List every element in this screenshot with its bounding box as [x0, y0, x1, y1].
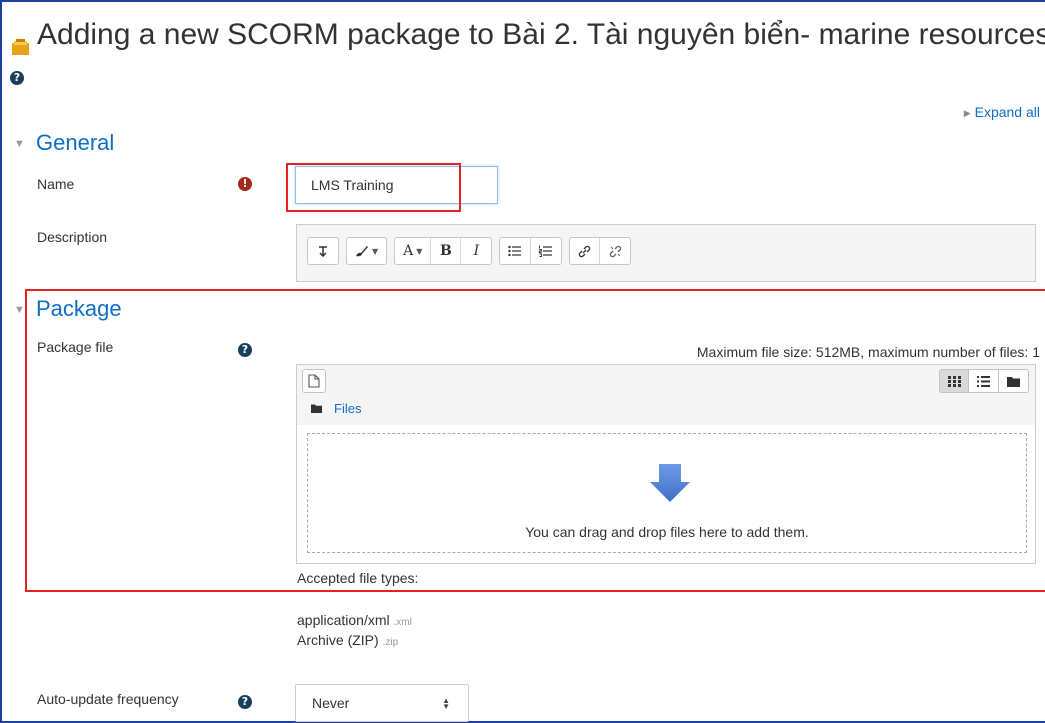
- breadcrumb[interactable]: Files: [311, 401, 361, 416]
- unordered-list-icon[interactable]: [500, 238, 532, 264]
- file-drop-zone[interactable]: You can drag and drop files here to add …: [307, 433, 1027, 553]
- ordered-list-icon[interactable]: [531, 238, 561, 264]
- expand-triangle-icon: ▶: [963, 108, 971, 118]
- file-manager: Files You can drag and drop files here t…: [296, 364, 1036, 564]
- description-editor[interactable]: ▼ A ▼ B I: [296, 224, 1036, 282]
- italic-button[interactable]: I: [461, 238, 491, 264]
- grid-view-icon[interactable]: [939, 369, 969, 393]
- editor-toolbar: ▼ A ▼ B I: [307, 237, 632, 265]
- help-icon[interactable]: ?: [10, 68, 24, 86]
- view-switcher: [939, 369, 1029, 393]
- page-title-text: Adding a new SCORM package to Bài 2. Tài…: [37, 18, 1045, 51]
- font-size-button[interactable]: A ▼: [395, 238, 432, 264]
- auto-update-select[interactable]: Never ▲ ▼: [295, 684, 469, 722]
- bold-button[interactable]: B: [431, 238, 462, 264]
- tree-view-icon[interactable]: [999, 369, 1029, 393]
- window-frame: [0, 0, 1045, 723]
- accepted-type-item: Archive (ZIP) .zip: [297, 632, 399, 648]
- required-icon: !: [238, 177, 252, 191]
- drop-message: You can drag and drop files here to add …: [525, 524, 809, 540]
- collapse-caret-icon: ▼: [14, 304, 25, 316]
- scorm-package-icon: [12, 29, 29, 55]
- max-file-size-info: Maximum file size: 512MB, maximum number…: [696, 344, 1040, 360]
- name-input[interactable]: LMS Training: [295, 166, 498, 204]
- help-icon[interactable]: ?: [238, 343, 252, 357]
- auto-update-label: Auto-update frequency: [37, 691, 179, 707]
- description-label: Description: [37, 229, 108, 245]
- page-title: Adding a new SCORM package to Bài 2. Tài…: [12, 18, 1045, 55]
- list-view-icon[interactable]: [969, 369, 999, 393]
- expand-all-link[interactable]: ▶ Expand all: [964, 104, 1040, 120]
- breadcrumb-files[interactable]: Files: [334, 401, 361, 416]
- name-label: Name: [37, 176, 75, 192]
- unlink-icon[interactable]: [600, 238, 630, 264]
- link-icon[interactable]: [570, 238, 601, 264]
- section-general-header[interactable]: ▼ General: [14, 130, 114, 156]
- new-file-icon[interactable]: [302, 369, 326, 393]
- accepted-types-label: Accepted file types:: [297, 570, 419, 586]
- drop-arrow-icon: [650, 464, 690, 507]
- select-arrows-icon: ▲ ▼: [442, 695, 450, 711]
- section-package-header[interactable]: ▼ Package: [14, 296, 122, 322]
- collapse-caret-icon: ▼: [14, 138, 25, 150]
- file-manager-toolbar: Files: [297, 365, 1035, 425]
- accepted-type-item: application/xml .xml: [297, 612, 412, 628]
- package-file-label: Package file: [37, 339, 114, 355]
- brush-icon[interactable]: ▼: [347, 238, 386, 264]
- paragraph-icon[interactable]: [308, 238, 338, 264]
- help-icon[interactable]: ?: [238, 695, 252, 709]
- folder-icon: [311, 401, 322, 416]
